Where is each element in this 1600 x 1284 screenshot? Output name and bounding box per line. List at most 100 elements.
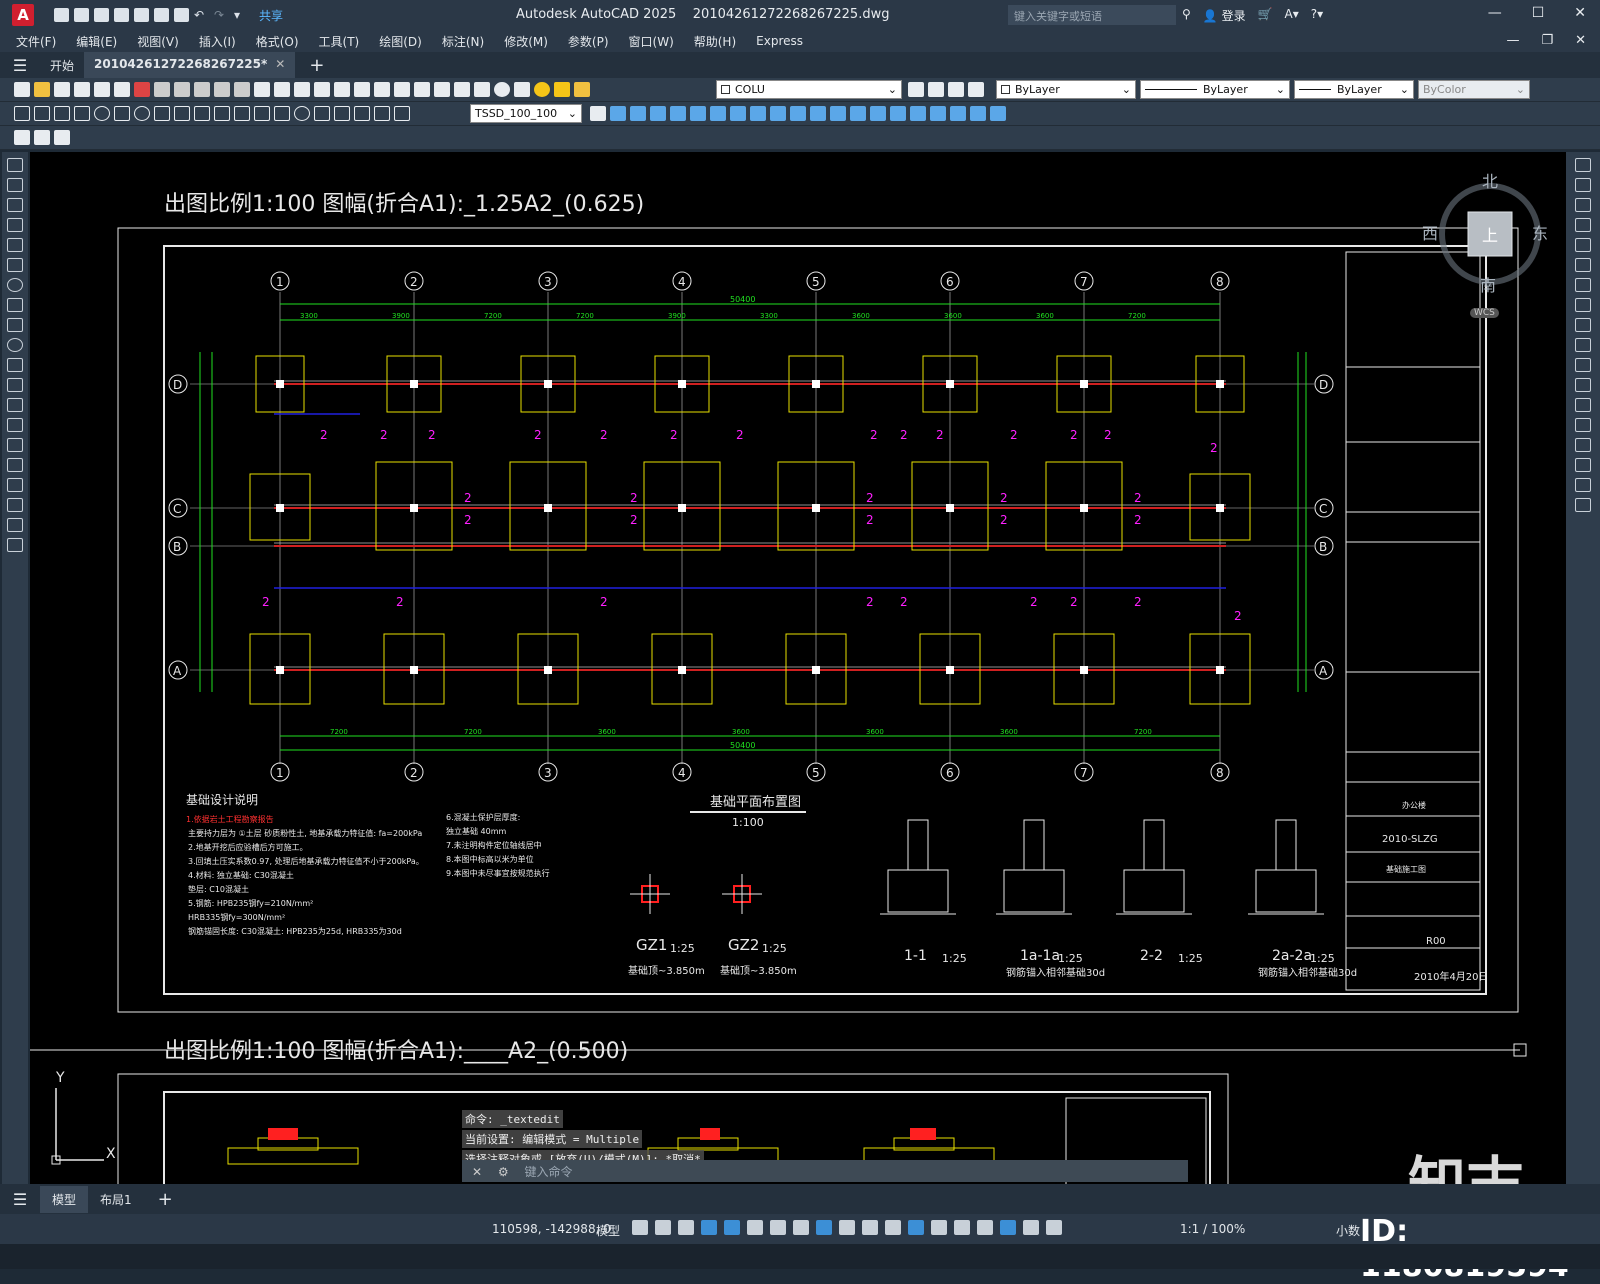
help-search-input[interactable]: 键入关键字或短语 — [1008, 5, 1176, 25]
gizmo-icon[interactable] — [977, 1220, 993, 1235]
doc-minimize-icon[interactable]: — — [1506, 33, 1519, 48]
explode-icon[interactable] — [1575, 498, 1591, 512]
make-current-icon[interactable] — [908, 82, 924, 97]
publish-icon[interactable] — [114, 82, 130, 97]
infer-icon[interactable] — [678, 1220, 694, 1235]
arc-icon[interactable] — [7, 258, 23, 272]
compass-west[interactable]: 西 — [1422, 220, 1438, 244]
menu-help[interactable]: 帮助(H) — [694, 33, 736, 50]
baseline-dim-icon[interactable] — [194, 106, 210, 121]
revcloud-icon[interactable] — [7, 298, 23, 312]
offset-icon[interactable] — [1575, 218, 1591, 232]
ucs-object-icon[interactable] — [690, 106, 706, 121]
3d-osnap-icon[interactable] — [908, 1220, 924, 1235]
polygon-icon[interactable] — [7, 218, 23, 232]
dynamic-input-icon[interactable] — [701, 1220, 717, 1235]
angular-dim-icon[interactable] — [154, 106, 170, 121]
block-insert-icon[interactable] — [14, 130, 30, 145]
array-icon[interactable] — [1575, 238, 1591, 252]
new-file-icon[interactable] — [54, 8, 69, 22]
ucs-world-icon[interactable] — [630, 106, 646, 121]
compass-north[interactable]: 北 — [1482, 168, 1498, 192]
lineweight-dropdown[interactable]: ByLayer ⌄ — [1294, 80, 1414, 99]
plot-icon[interactable] — [174, 8, 189, 22]
ucs-face-icon[interactable] — [670, 106, 686, 121]
center-mark-icon[interactable] — [294, 106, 310, 121]
ucs-named-icon[interactable] — [870, 106, 886, 121]
rectangle-icon[interactable] — [7, 238, 23, 252]
save-icon[interactable] — [94, 8, 109, 22]
properties-icon[interactable] — [374, 82, 390, 97]
menu-insert[interactable]: 插入(I) — [199, 33, 236, 50]
view-back-icon[interactable] — [990, 106, 1006, 121]
polar-icon[interactable] — [747, 1220, 763, 1235]
attribute-icon[interactable] — [54, 130, 70, 145]
join-icon[interactable] — [1575, 418, 1591, 432]
ucs-origin-icon[interactable] — [730, 106, 746, 121]
copy-icon[interactable] — [174, 82, 190, 97]
login-button[interactable]: 👤 登录 — [1203, 7, 1246, 24]
menu-dimension[interactable]: 标注(N) — [442, 33, 484, 50]
save-as-icon[interactable] — [114, 8, 129, 22]
arc-length-icon[interactable] — [54, 106, 70, 121]
menu-file[interactable]: 文件(F) — [16, 33, 56, 50]
tab-start[interactable]: 开始 — [40, 52, 84, 78]
annotation-visibility-icon[interactable] — [1000, 1220, 1016, 1235]
undo-icon[interactable]: ↶ — [194, 8, 209, 22]
close-icon[interactable]: ✕ — [1574, 5, 1586, 21]
menu-parametric[interactable]: 参数(P) — [568, 33, 609, 50]
menu-format[interactable]: 格式(O) — [256, 33, 299, 50]
minimize-icon[interactable]: — — [1488, 5, 1502, 21]
qnew-icon[interactable] — [14, 82, 30, 97]
copy-object-icon[interactable] — [1575, 178, 1591, 192]
close-cmd-icon[interactable]: ✕ — [472, 1165, 482, 1179]
menu-window[interactable]: 窗口(W) — [629, 33, 674, 50]
tab-layout1[interactable]: 布局1 — [88, 1186, 144, 1213]
view-right-icon[interactable] — [950, 106, 966, 121]
add-layout-icon[interactable]: + — [158, 1189, 173, 1210]
continue-dim-icon[interactable] — [214, 106, 230, 121]
layer-previous-icon[interactable] — [928, 82, 944, 97]
layer-match-icon[interactable] — [968, 82, 984, 97]
dim-update-icon[interactable] — [394, 106, 410, 121]
jogged-linear-icon[interactable] — [334, 106, 350, 121]
open-icon[interactable] — [34, 82, 50, 97]
stretch-icon[interactable] — [1575, 318, 1591, 332]
tab-drawing[interactable]: 20104261272268267225* ✕ — [84, 52, 296, 78]
tool-palette-icon[interactable] — [414, 82, 430, 97]
trim-icon[interactable] — [1575, 338, 1591, 352]
auto-scale-icon[interactable] — [1023, 1220, 1039, 1235]
rotate-icon[interactable] — [1575, 278, 1591, 292]
menu-modify[interactable]: 修改(M) — [504, 33, 548, 50]
make-block-icon[interactable] — [7, 398, 23, 412]
autocad-logo[interactable]: A — [12, 4, 34, 26]
ucs-zaxis-icon[interactable] — [750, 106, 766, 121]
break-icon[interactable] — [1575, 398, 1591, 412]
fillet-icon[interactable] — [1575, 458, 1591, 472]
region-icon[interactable] — [7, 478, 23, 492]
color-dropdown[interactable]: ByLayer ⌄ — [996, 80, 1136, 99]
ellipse-icon[interactable] — [7, 338, 23, 352]
point-icon[interactable] — [7, 418, 23, 432]
tab-model[interactable]: 模型 — [40, 1185, 89, 1213]
block-editor-icon[interactable] — [234, 82, 250, 97]
share-button[interactable]: 共享 — [259, 7, 283, 24]
dim-space-icon[interactable] — [234, 106, 250, 121]
zoom-window-icon[interactable] — [334, 82, 350, 97]
match-prop-icon[interactable] — [214, 82, 230, 97]
ucs-x-icon[interactable] — [790, 106, 806, 121]
move-icon[interactable] — [1575, 258, 1591, 272]
scale-icon[interactable] — [1575, 298, 1591, 312]
units-display[interactable]: 小数 — [1336, 1222, 1360, 1239]
menu-hamburger-icon[interactable]: ☰ — [0, 56, 40, 75]
search-icon[interactable]: ⚲ — [1182, 7, 1191, 24]
redo-tb-icon[interactable] — [274, 82, 290, 97]
add-selected-icon[interactable] — [7, 538, 23, 552]
compass-south[interactable]: 南 — [1480, 272, 1496, 296]
help-tb-icon[interactable] — [494, 82, 510, 97]
ucs-apply-icon[interactable] — [850, 106, 866, 121]
menu-draw[interactable]: 绘图(D) — [379, 33, 422, 50]
view-bottom-icon[interactable] — [910, 106, 926, 121]
radius-dim-icon[interactable] — [94, 106, 110, 121]
doc-close-icon[interactable]: ✕ — [1575, 33, 1586, 48]
